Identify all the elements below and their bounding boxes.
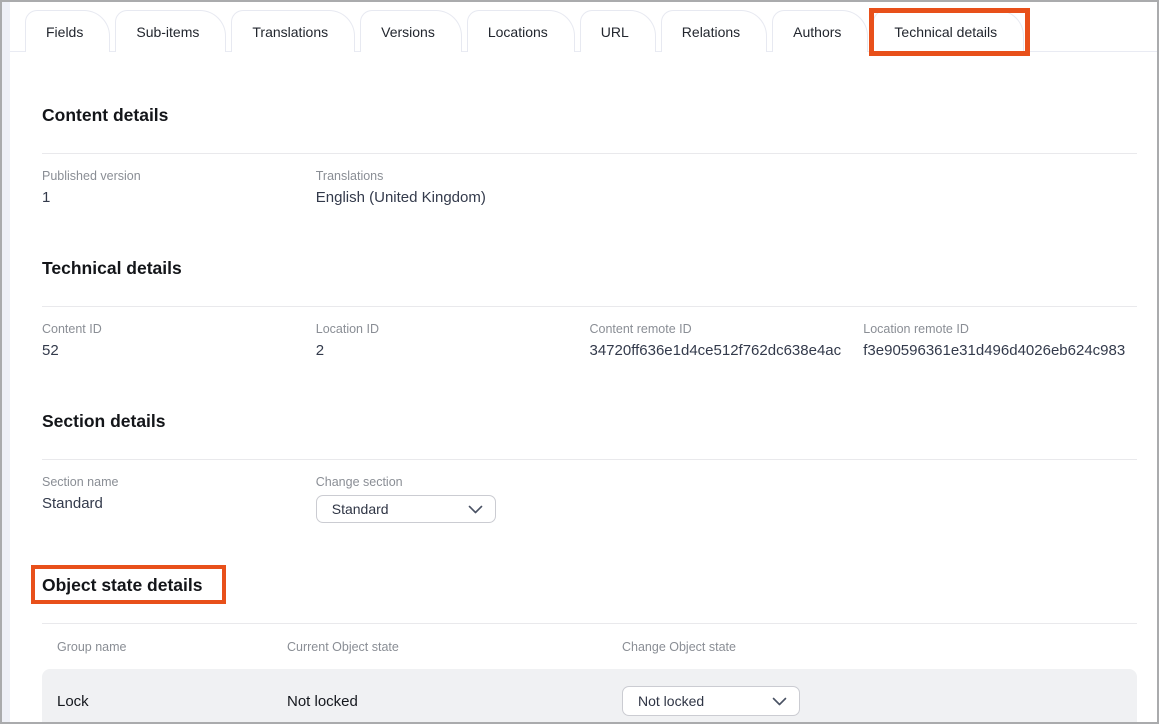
table-header-current-object-state: Current Object state (287, 640, 622, 654)
tab-label: Relations (682, 24, 740, 40)
field-published-version: Published version 1 (42, 169, 316, 206)
chevron-down-icon (468, 505, 483, 514)
field-label: Published version (42, 169, 316, 183)
field-location-id: Location ID 2 (316, 322, 590, 359)
field-location-remote-id: Location remote ID f3e90596361e31d496d40… (863, 322, 1137, 359)
cell-change-object-state: Not locked (622, 686, 1137, 716)
section-technical-details: Technical details Content ID 52 Location… (42, 258, 1137, 359)
field-label: Content ID (42, 322, 316, 336)
tab-authors[interactable]: Authors (772, 10, 868, 52)
section-title-technical-details: Technical details (42, 258, 182, 279)
section-title-object-state-details: Object state details (42, 575, 202, 596)
field-value: 1 (42, 189, 316, 206)
main-panel: Fields Sub-items Translations Versions L… (10, 2, 1157, 722)
tab-label: Versions (381, 24, 435, 40)
field-section-name: Section name Standard (42, 475, 316, 523)
tab-locations[interactable]: Locations (467, 10, 575, 52)
cell-current-object-state: Not locked (287, 693, 622, 710)
section-title-content-details: Content details (42, 105, 168, 126)
tab-bar: Fields Sub-items Translations Versions L… (10, 2, 1157, 52)
section-section-details: Section details Section name Standard Ch… (42, 411, 1137, 523)
field-label: Section name (42, 475, 316, 489)
field-label: Location remote ID (863, 322, 1137, 336)
technical-details-page: Fields Sub-items Translations Versions L… (0, 0, 1159, 724)
tab-fields[interactable]: Fields (25, 10, 110, 52)
field-value: English (United Kingdom) (316, 189, 590, 206)
tab-versions[interactable]: Versions (360, 10, 462, 52)
tab-content: Content details Published version 1 Tran… (10, 105, 1157, 724)
section-title-text: Object state details (42, 575, 202, 595)
section-title-section-details: Section details (42, 411, 166, 432)
empty-cell (590, 475, 864, 523)
empty-cell (590, 169, 864, 206)
field-label: Location ID (316, 322, 590, 336)
field-label: Translations (316, 169, 590, 183)
table-row: Lock Not locked Not locked (42, 669, 1137, 724)
dropdown-selected-value: Not locked (638, 693, 704, 709)
table-header-change-object-state: Change Object state (622, 640, 1137, 654)
field-value: 2 (316, 342, 590, 359)
section-object-state-details: Object state details Group name Current … (42, 575, 1137, 724)
chevron-down-icon (772, 697, 787, 706)
field-value: 52 (42, 342, 316, 359)
tab-label: Sub-items (136, 24, 199, 40)
section-content-details: Content details Published version 1 Tran… (42, 105, 1137, 206)
tab-label: URL (601, 24, 629, 40)
field-value: Standard (42, 495, 316, 512)
divider (42, 459, 1137, 460)
field-value: f3e90596361e31d496d4026eb624c983 (863, 342, 1137, 359)
content-details-fields: Published version 1 Translations English… (42, 169, 1137, 206)
tab-label: Fields (46, 24, 83, 40)
table-header-group-name: Group name (57, 640, 287, 654)
technical-details-fields: Content ID 52 Location ID 2 Content remo… (42, 322, 1137, 359)
tab-label: Translations (252, 24, 328, 40)
field-value: 34720ff636e1d4ce512f762dc638e4ac (590, 342, 864, 359)
object-state-table-header: Group name Current Object state Change O… (42, 640, 1137, 654)
tab-label: Technical details (894, 24, 997, 40)
divider (42, 306, 1137, 307)
section-details-fields: Section name Standard Change section Sta… (42, 475, 1137, 523)
dropdown-selected-value: Standard (332, 501, 389, 517)
tab-technical-details[interactable]: Technical details (873, 10, 1024, 52)
cell-group-name: Lock (57, 693, 287, 710)
tab-label: Authors (793, 24, 841, 40)
field-content-id: Content ID 52 (42, 322, 316, 359)
field-change-section: Change section Standard (316, 475, 590, 523)
change-section-dropdown[interactable]: Standard (316, 495, 496, 523)
tab-label: Locations (488, 24, 548, 40)
tab-translations[interactable]: Translations (231, 10, 355, 52)
field-content-remote-id: Content remote ID 34720ff636e1d4ce512f76… (590, 322, 864, 359)
empty-cell (863, 169, 1137, 206)
field-label: Change section (316, 475, 590, 489)
divider (42, 623, 1137, 624)
tab-url[interactable]: URL (580, 10, 656, 52)
tab-relations[interactable]: Relations (661, 10, 767, 52)
divider (42, 153, 1137, 154)
page-left-edge (2, 2, 10, 722)
change-object-state-dropdown[interactable]: Not locked (622, 686, 800, 716)
tab-sub-items[interactable]: Sub-items (115, 10, 226, 52)
empty-cell (863, 475, 1137, 523)
field-translations: Translations English (United Kingdom) (316, 169, 590, 206)
field-label: Content remote ID (590, 322, 864, 336)
